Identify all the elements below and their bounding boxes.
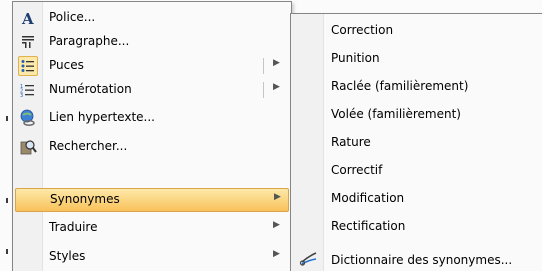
submenu-arrow-icon: ▶ (273, 58, 280, 68)
svg-text:A: A (21, 10, 34, 26)
menu-item-label: Traduire (49, 220, 98, 234)
synonym-item[interactable]: Modification (293, 184, 542, 212)
paragraph-icon (18, 32, 38, 52)
menu-item-synonyms[interactable]: Synonymes ▶ (15, 188, 289, 212)
synonym-label: Raclée (familièrement) (331, 79, 469, 93)
synonym-label: Volée (familièrement) (331, 107, 461, 121)
thesaurus-item[interactable]: Dictionnaire des synonymes... (293, 246, 542, 271)
synonym-label: Rectification (331, 219, 406, 233)
synonym-label: Modification (331, 191, 405, 205)
synonym-item[interactable]: Raclée (familièrement) (293, 72, 542, 100)
svg-text:3: 3 (20, 93, 23, 98)
synonym-item[interactable]: Correctif (293, 156, 542, 184)
bullets-icon (18, 56, 38, 76)
submenu-arrow-icon: ▶ (273, 249, 280, 259)
menu-item-label: Paragraphe... (49, 34, 130, 48)
menu-item-translate[interactable]: Traduire ▶ (15, 216, 289, 240)
edge-mark (6, 116, 8, 121)
menu-item-label: Styles (49, 249, 86, 263)
submenu-divider (263, 58, 264, 74)
menu-item-paragraph[interactable]: Paragraphe... (15, 30, 289, 54)
synonym-item[interactable]: Correction (293, 16, 542, 44)
synonyms-submenu: Correction Punition Raclée (familièremen… (290, 13, 542, 271)
menu-item-label: Police... (49, 10, 96, 24)
menu-item-research[interactable]: Rechercher... (15, 135, 289, 159)
context-menu: A Police... Paragraphe... Puces ▶ 1 2 3 … (12, 1, 292, 271)
synonym-label: Punition (331, 51, 380, 65)
menu-item-label: Lien hypertexte... (49, 110, 155, 124)
submenu-divider (263, 82, 264, 98)
menu-item-bullets[interactable]: Puces ▶ (15, 54, 289, 78)
menu-item-hyperlink[interactable]: Lien hypertexte... (15, 106, 289, 130)
menu-item-label: Rechercher... (49, 139, 128, 153)
synonym-item[interactable]: Rectification (293, 212, 542, 240)
font-icon: A (18, 8, 38, 28)
menu-item-font[interactable]: A Police... (15, 6, 289, 30)
edge-mark (6, 249, 8, 254)
synonym-label: Correction (331, 23, 394, 37)
hyperlink-icon (18, 108, 38, 128)
research-icon (18, 137, 38, 157)
menu-item-styles[interactable]: Styles ▶ (15, 245, 289, 269)
synonym-label: Correctif (331, 163, 383, 177)
numbering-icon: 1 2 3 (18, 80, 38, 100)
synonym-label: Rature (331, 135, 371, 149)
menu-item-label: Synonymes (50, 192, 120, 206)
menu-item-numbering[interactable]: 1 2 3 Numérotation ▶ (15, 78, 289, 102)
synonym-item[interactable]: Volée (familièrement) (293, 100, 542, 128)
edge-mark (6, 198, 8, 203)
thesaurus-icon (299, 249, 319, 269)
submenu-arrow-icon: ▶ (274, 192, 281, 202)
synonym-label: Dictionnaire des synonymes... (331, 253, 513, 267)
menu-item-label: Numérotation (49, 82, 132, 96)
submenu-arrow-icon: ▶ (273, 82, 280, 92)
synonym-item[interactable]: Punition (293, 44, 542, 72)
menu-item-label: Puces (49, 58, 84, 72)
synonym-item[interactable]: Rature (293, 128, 542, 156)
submenu-arrow-icon: ▶ (273, 220, 280, 230)
